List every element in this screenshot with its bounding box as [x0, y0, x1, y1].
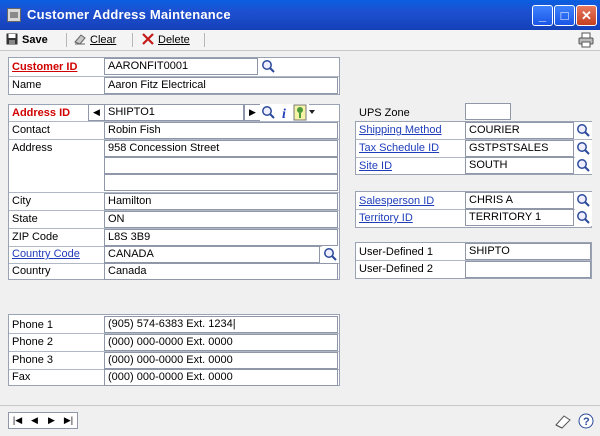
fax-field[interactable]: (000) 000-0000 Ext. 0000	[104, 369, 338, 386]
zip-code-field[interactable]: L8S 3B9	[104, 229, 338, 246]
fax-label: Fax	[12, 371, 31, 383]
phone2-field[interactable]: (000) 000-0000 Ext. 0000	[104, 334, 338, 351]
zip-code-label: ZIP Code	[12, 231, 59, 243]
app-window: Customer Address Maintenance _ □ ✕ Save …	[0, 0, 600, 436]
phone2-label: Phone 2	[12, 336, 53, 348]
delete-label: Delete	[158, 34, 190, 46]
clear-label: Clear	[90, 34, 117, 46]
country-code-field[interactable]: CANADA	[104, 246, 320, 263]
state-label: State	[12, 213, 38, 225]
tax-schedule-field[interactable]: GSTPSTSALES	[465, 140, 574, 157]
toolbar-separator	[66, 33, 67, 47]
close-button[interactable]: ✕	[576, 5, 597, 26]
magnifier-icon[interactable]	[322, 246, 339, 263]
status-bar: |◀ ◀ ▶ ▶| ?	[0, 405, 600, 436]
name-label: Name	[12, 79, 42, 91]
salesperson-id-field[interactable]: CHRIS A	[465, 192, 574, 209]
tax-schedule-link[interactable]: Tax Schedule ID	[356, 140, 464, 156]
magnifier-icon[interactable]	[575, 157, 592, 174]
territory-id-field[interactable]: TERRITORY 1	[465, 209, 574, 226]
save-icon	[6, 33, 18, 45]
first-record-button[interactable]: |◀	[9, 413, 26, 428]
site-id-field[interactable]: SOUTH	[465, 157, 574, 174]
country-label: Country	[12, 265, 51, 277]
phone1-label: Phone 1	[12, 319, 53, 331]
toolbar-separator	[204, 33, 205, 47]
magnifier-icon[interactable]	[575, 140, 592, 157]
toolbar: Save Clear Delete	[0, 30, 600, 51]
phone1-field[interactable]: (905) 574-6383 Ext. 1234|	[104, 316, 338, 333]
shipping-method-link[interactable]: Shipping Method	[356, 122, 464, 138]
clear-button[interactable]: Clear	[74, 32, 116, 48]
magnifier-icon[interactable]	[575, 209, 592, 226]
state-field[interactable]: ON	[104, 211, 338, 228]
address-line2-field[interactable]	[104, 157, 338, 174]
window-title: Customer Address Maintenance	[27, 7, 231, 22]
site-id-link[interactable]: Site ID	[356, 158, 464, 174]
salesperson-id-link[interactable]: Salesperson ID	[356, 193, 464, 209]
customer-id-label[interactable]: Customer ID	[9, 59, 103, 75]
printer-icon[interactable]	[578, 32, 594, 48]
city-field[interactable]: Hamilton	[104, 193, 338, 210]
customer-id-field[interactable]: AARONFIT0001	[104, 58, 258, 75]
territory-id-link[interactable]: Territory ID	[356, 210, 464, 226]
window-icon	[7, 8, 21, 22]
user-defined2-label: User-Defined 2	[359, 263, 433, 275]
country-field[interactable]: Canada	[104, 263, 338, 280]
minimize-button[interactable]: _	[532, 5, 553, 26]
next-record-button[interactable]: ▶	[43, 413, 60, 428]
ups-zone-label: UPS Zone	[359, 107, 410, 119]
country-code-link[interactable]: Country Code	[9, 246, 103, 262]
phone3-field[interactable]: (000) 000-0000 Ext. 0000	[104, 352, 338, 369]
previous-address-button[interactable]: ◀	[88, 104, 105, 121]
magnifier-icon[interactable]	[260, 58, 277, 75]
delete-button[interactable]: Delete	[142, 32, 190, 48]
ups-zone-field[interactable]	[465, 103, 511, 120]
note-icon[interactable]	[554, 413, 572, 429]
address-id-label: Address ID	[12, 107, 71, 119]
magnifier-icon[interactable]	[575, 192, 592, 209]
magnifier-icon[interactable]	[575, 122, 592, 139]
contact-label: Contact	[12, 124, 50, 136]
help-icon[interactable]: ?	[578, 412, 594, 430]
next-address-button[interactable]: ▶	[244, 104, 261, 121]
phone3-label: Phone 3	[12, 354, 53, 366]
address-line1-field[interactable]: 958 Concession Street	[104, 140, 338, 157]
toolbar-separator	[132, 33, 133, 47]
record-navigation: |◀ ◀ ▶ ▶|	[8, 412, 78, 429]
last-record-button[interactable]: ▶|	[60, 413, 77, 428]
maximize-button[interactable]: □	[554, 5, 575, 26]
user-defined1-field[interactable]: SHIPTO	[465, 243, 591, 260]
chevron-down-icon[interactable]	[309, 109, 315, 115]
address-id-field[interactable]: SHIPTO1	[104, 104, 244, 121]
svg-text:i: i	[282, 107, 286, 121]
svg-text:?: ?	[583, 416, 590, 428]
user-defined1-label: User-Defined 1	[359, 246, 433, 258]
note-icon[interactable]	[292, 104, 309, 121]
name-field[interactable]: Aaron Fitz Electrical	[104, 77, 338, 94]
previous-record-button[interactable]: ◀	[26, 413, 43, 428]
title-bar: Customer Address Maintenance _ □ ✕	[0, 0, 600, 30]
address-line3-field[interactable]	[104, 174, 338, 191]
city-label: City	[12, 195, 31, 207]
magnifier-icon[interactable]	[260, 104, 277, 121]
delete-x-icon	[142, 33, 154, 45]
save-button[interactable]: Save	[6, 32, 48, 48]
shipping-method-field[interactable]: COURIER	[465, 122, 574, 139]
save-label: Save	[22, 34, 48, 46]
user-defined2-field[interactable]	[465, 261, 591, 278]
address-label: Address	[12, 142, 53, 154]
eraser-icon	[74, 34, 86, 45]
contact-field[interactable]: Robin Fish	[104, 122, 338, 139]
